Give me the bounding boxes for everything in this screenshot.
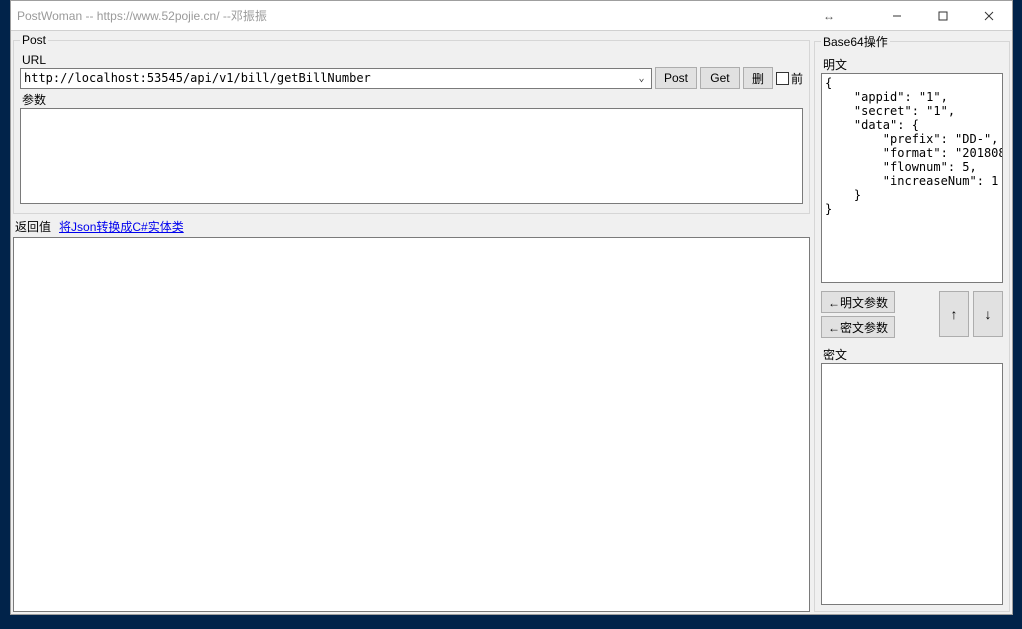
plaintext-input[interactable] — [821, 73, 1003, 283]
get-button[interactable]: Get — [700, 67, 740, 89]
encode-up-button[interactable]: ↑ — [939, 291, 969, 337]
minimize-button[interactable] — [874, 1, 920, 30]
base64-group: Base64操作 明文 ←明文参数 ←密文参数 ↑ ↓ 密 — [814, 33, 1010, 612]
ciphertext-input[interactable] — [821, 363, 1003, 605]
return-section: 返回值 将Json转换成C#实体类 — [13, 216, 810, 612]
url-label: URL — [20, 51, 803, 67]
resize-handle-icon[interactable]: ↔ — [806, 1, 852, 30]
return-output[interactable] — [13, 237, 810, 612]
to-cipher-params-button[interactable]: ←密文参数 — [821, 316, 895, 338]
titlebar: PostWoman -- https://www.52pojie.cn/ --邓… — [11, 1, 1012, 31]
window-title: PostWoman -- https://www.52pojie.cn/ --邓… — [17, 7, 267, 24]
ciphertext-label: 密文 — [821, 344, 1003, 363]
params-input[interactable] — [20, 108, 803, 204]
front-checkbox[interactable]: 前 — [776, 70, 803, 87]
arrow-down-icon: ↓ — [985, 306, 992, 322]
close-button[interactable] — [966, 1, 1012, 30]
plaintext-label: 明文 — [821, 54, 1003, 73]
post-button[interactable]: Post — [655, 67, 697, 89]
close-icon — [984, 11, 994, 21]
post-group-legend: Post — [20, 33, 48, 47]
client-area: Post URL http://localhost:53545/api/v1/b… — [11, 31, 1012, 614]
window-controls — [874, 1, 1012, 30]
checkbox-icon — [776, 72, 789, 85]
minimize-icon — [892, 11, 902, 21]
to-plain-params-button[interactable]: ←明文参数 — [821, 291, 895, 313]
json-to-csharp-link[interactable]: 将Json转换成C#实体类 — [59, 218, 184, 235]
decode-down-button[interactable]: ↓ — [973, 291, 1003, 337]
chevron-down-icon[interactable]: ⌄ — [634, 71, 649, 86]
param-buttons-col: ←明文参数 ←密文参数 — [821, 291, 895, 338]
params-label: 参数 — [20, 89, 803, 108]
base64-group-legend: Base64操作 — [821, 33, 890, 50]
maximize-icon — [938, 11, 948, 21]
url-value: http://localhost:53545/api/v1/bill/getBi… — [24, 71, 371, 85]
transfer-buttons: ←明文参数 ←密文参数 ↑ ↓ — [821, 289, 1003, 344]
maximize-button[interactable] — [920, 1, 966, 30]
delete-button[interactable]: 删 — [743, 67, 773, 89]
return-header: 返回值 将Json转换成C#实体类 — [13, 216, 810, 237]
right-pane: Base64操作 明文 ←明文参数 ←密文参数 ↑ ↓ 密 — [814, 33, 1010, 612]
url-input[interactable]: http://localhost:53545/api/v1/bill/getBi… — [20, 68, 652, 89]
return-label: 返回值 — [15, 218, 51, 235]
front-checkbox-label: 前 — [791, 70, 803, 87]
app-window: PostWoman -- https://www.52pojie.cn/ --邓… — [10, 0, 1013, 615]
url-row: http://localhost:53545/api/v1/bill/getBi… — [20, 67, 803, 89]
left-pane: Post URL http://localhost:53545/api/v1/b… — [13, 33, 810, 612]
post-group: Post URL http://localhost:53545/api/v1/b… — [13, 33, 810, 214]
arrow-up-icon: ↑ — [951, 306, 958, 322]
